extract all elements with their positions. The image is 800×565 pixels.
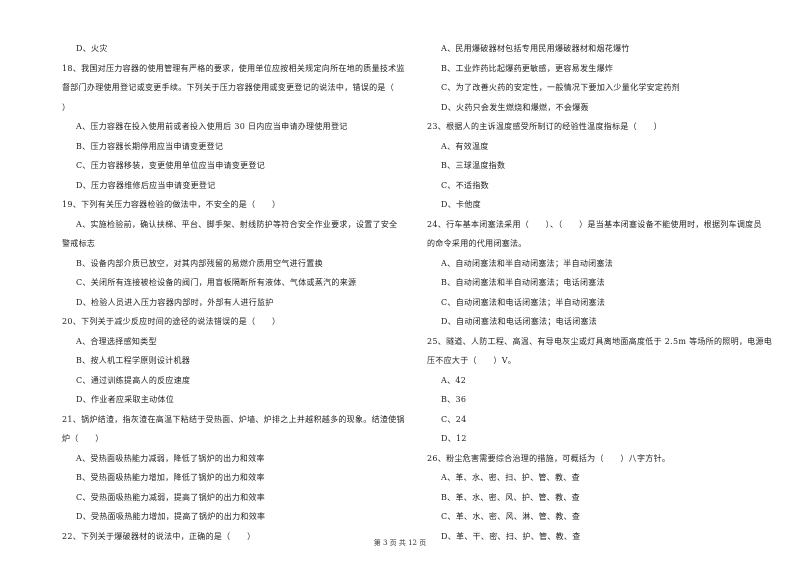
- answer-option: C、革、水、密、风、淋、管、教、查: [441, 512, 581, 521]
- answer-option: A、自动闭塞法和半自动闭塞法；半自动闭塞法: [441, 258, 614, 268]
- answer-option: D、压力容器维修后应当申请变更登记: [76, 180, 216, 190]
- answer-option: C、为了改善火药的安定性，一般情况下要加入少量化学安定药剂: [441, 83, 680, 92]
- question-text: 20、下列关于减少反应时间的途径的说法错误的是（ ）: [62, 317, 281, 326]
- answer-option: C、通过训练提高人的反应速度: [76, 375, 191, 385]
- question-text-continued: 督部门办理使用登记或变更手续。下列关于压力容器使用或变更登记的说法中，错误的是（: [62, 83, 394, 92]
- question-text: 19、下列有关压力容器检验的做法中，不安全的是（ ）: [62, 200, 281, 209]
- answer-option: C、不适指数: [441, 180, 489, 190]
- answer-option: B、工业炸药比起爆药更敏感，更容易发生爆炸: [441, 63, 614, 73]
- answer-option: B、三球温度指数: [441, 161, 506, 170]
- answer-option: A、民用爆破器材包括专用民用爆破器材和烟花爆竹: [441, 44, 630, 53]
- question-text: 24、行车基本闭塞法采用（ ）、（ ）是当基本闭塞设备不能使用时，根据列车调度员: [427, 219, 762, 229]
- answer-option: D、自动闭塞法和电话闭塞法；电话闭塞法: [441, 317, 598, 326]
- answer-option: A、革、水、密、扫、护、管、教、查: [441, 473, 580, 482]
- answer-option: A、有效温度: [441, 141, 489, 151]
- answer-option: D、火药只会发生燃烧和爆燃，不会爆轰: [441, 102, 589, 112]
- answer-option: C、自动闭塞法和电话闭塞法；半自动闭塞法: [441, 297, 606, 307]
- answer-option: A、受热面吸热能力减弱，降低了锅炉的出力和效率: [76, 453, 265, 463]
- answer-option: C、受热面吸热能力减弱，提高了锅炉的出力和效率: [76, 492, 266, 502]
- question-text: 25、隧道、人防工程、高温、有导电灰尘或灯具离地面高度低于 2.5m 等场所的照…: [427, 336, 773, 346]
- answer-option: D、12: [441, 434, 467, 443]
- question-text: 26、粉尘危害需要综合治理的措施，可概括为（ ）八字方针。: [427, 453, 671, 463]
- answer-option: A、实施检验前，确认扶梯、平台、脚手架、射线防护等符合安全作业要求，设置了安全: [76, 219, 398, 229]
- question-text-continued: 压不应大于（ ）V。: [427, 356, 517, 365]
- answer-option: B、按人机工程学原则设计机器: [76, 356, 191, 365]
- answer-option: D、卡他度: [441, 200, 481, 209]
- question-text: 18、我国对压力容器的使用管理有严格的要求，使用单位应按相关规定向所在地的质量技…: [62, 63, 405, 73]
- answer-option: C、24: [441, 414, 467, 424]
- answer-option: A、42: [441, 375, 467, 385]
- answer-option: C、压力容器移装，变更使用单位应当申请变更登记: [76, 161, 266, 170]
- page-footer: 第 3 页 共 12 页: [373, 539, 427, 547]
- answer-option: C、关闭所有连接被检设备的阀门，用盲板隔断所有液体、气体或蒸汽的来源: [76, 278, 357, 287]
- answer-option: B、36: [441, 395, 467, 404]
- question-text-continued: 炉（ ）: [62, 434, 104, 443]
- answer-option: B、设备内部介质已放空，对其内部残留的易燃介质用空气进行置换: [76, 258, 323, 268]
- answer-option: D、作业者应采取主动体位: [76, 395, 175, 404]
- answer-option: B、革、水、密、风、护、管、教、查: [441, 492, 580, 502]
- answer-option: A、合理选择感知类型: [76, 336, 157, 346]
- answer-option: B、受热面吸热能力增加，降低了锅炉的出力和效率: [76, 473, 265, 482]
- question-text: 21、锅炉结渣，指灰渣在高温下粘结于受热面、炉墙、炉排之上并越积越多的现象。结渣…: [62, 414, 405, 424]
- answer-option: B、自动闭塞法和半自动闭塞法；电话闭塞法: [441, 278, 605, 287]
- question-text-continued: ）: [62, 102, 71, 112]
- answer-option: D、检验人员进入压力容器内部时，外部有人进行监护: [76, 297, 274, 307]
- question-text-continued: 的命令采用的代用闭塞法。: [427, 239, 527, 248]
- answer-option: B、压力容器长期停用应当申请变更登记: [76, 141, 224, 151]
- question-text: 23、根据人的主诉温度感受所制订的经验性温度指标是（ ）: [427, 122, 662, 131]
- answer-option: A、压力容器在投入使用前或者投入使用后 30 日内应当申请办理使用登记: [76, 122, 348, 131]
- answer-option: D、火灾: [76, 44, 108, 53]
- question-text-continued: 警戒标志: [62, 239, 96, 248]
- answer-option: D、受热面吸热能力增加，提高了锅炉的出力和效率: [76, 512, 266, 521]
